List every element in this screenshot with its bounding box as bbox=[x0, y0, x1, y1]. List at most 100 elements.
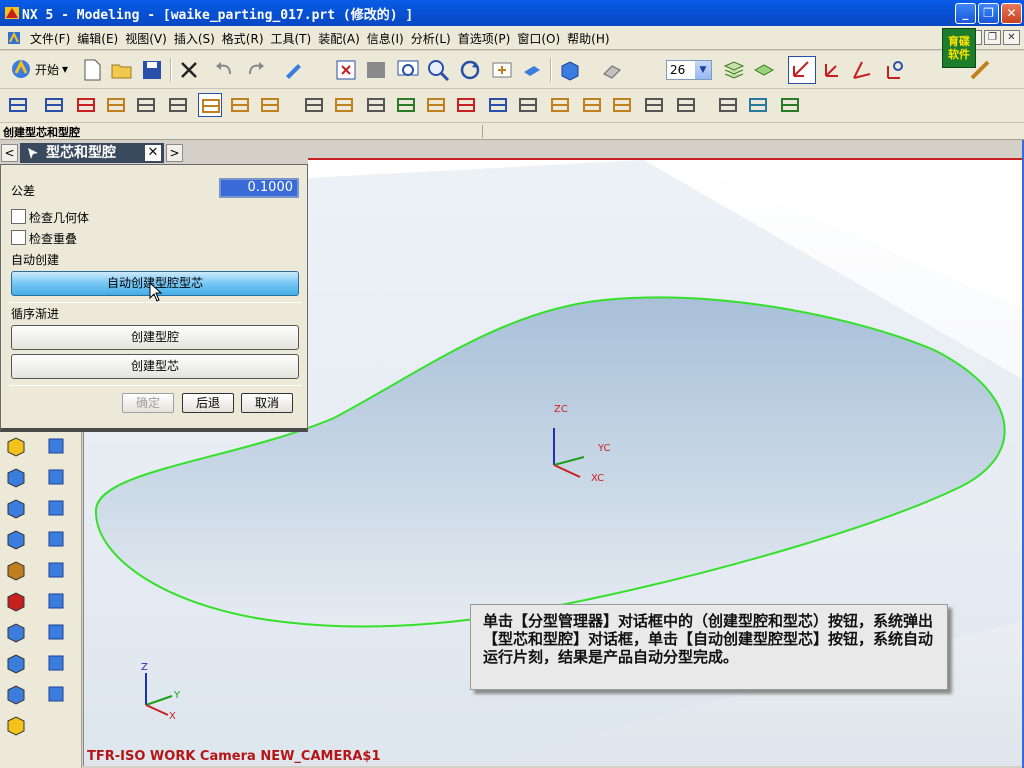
cooling-icon[interactable] bbox=[486, 93, 510, 117]
box-icon[interactable] bbox=[44, 620, 68, 644]
menu-item[interactable]: 工具(T) bbox=[271, 30, 319, 47]
ejector-icon[interactable] bbox=[332, 93, 356, 117]
pocket-icon[interactable] bbox=[580, 93, 604, 117]
save-icon[interactable] bbox=[140, 58, 164, 82]
gate-icon[interactable] bbox=[424, 93, 448, 117]
zoom-icon[interactable] bbox=[426, 58, 450, 82]
zoom-region-icon[interactable] bbox=[396, 58, 420, 82]
slider-icon[interactable] bbox=[364, 93, 388, 117]
view-manager-icon[interactable] bbox=[716, 93, 740, 117]
minimize-button[interactable]: _ bbox=[955, 3, 976, 24]
edge-icon[interactable] bbox=[4, 465, 28, 489]
start-button[interactable]: 开始 ▾ bbox=[10, 58, 68, 80]
menu-item[interactable]: 分析(L) bbox=[411, 30, 458, 47]
sphere-icon[interactable] bbox=[4, 713, 28, 737]
new-file-icon[interactable] bbox=[80, 58, 104, 82]
ok-button[interactable]: 确定 bbox=[122, 393, 174, 413]
mold-csys-icon[interactable] bbox=[42, 93, 66, 117]
mold-wizard-toolbar bbox=[0, 89, 1024, 123]
orient-view-icon[interactable] bbox=[600, 58, 624, 82]
render-style-icon[interactable] bbox=[558, 58, 582, 82]
menu-item[interactable]: 首选项(P) bbox=[458, 30, 518, 47]
workpiece-icon[interactable] bbox=[104, 93, 128, 117]
menu-item[interactable]: 装配(A) bbox=[318, 30, 367, 47]
block-icon[interactable] bbox=[4, 496, 28, 520]
drawing-icon[interactable] bbox=[642, 93, 666, 117]
unite-icon[interactable] bbox=[44, 434, 68, 458]
check-overlap-checkbox[interactable] bbox=[11, 230, 26, 245]
subtract-icon[interactable] bbox=[44, 465, 68, 489]
datum-icon[interactable] bbox=[4, 558, 28, 582]
standard-part-icon[interactable] bbox=[302, 93, 326, 117]
menu-item[interactable]: 视图(V) bbox=[125, 30, 174, 47]
hole-table-icon[interactable] bbox=[674, 93, 698, 117]
menu-item[interactable]: 格式(R) bbox=[222, 30, 271, 47]
menu-item[interactable]: 信息(I) bbox=[367, 30, 411, 47]
layer-value: 26 bbox=[670, 63, 686, 77]
tools-icon[interactable] bbox=[198, 93, 222, 117]
shaded-view-icon[interactable] bbox=[520, 58, 544, 82]
parting-icon[interactable] bbox=[228, 93, 252, 117]
tab-prev-button[interactable]: < bbox=[1, 144, 18, 162]
create-cavity-button[interactable]: 创建型腔 bbox=[11, 325, 299, 350]
shrinkage-icon[interactable] bbox=[74, 93, 98, 117]
book-icon[interactable] bbox=[44, 496, 68, 520]
cancel-button[interactable]: 取消 bbox=[241, 393, 293, 413]
hole-icon[interactable] bbox=[44, 682, 68, 706]
wcs-rotate-icon[interactable] bbox=[850, 58, 874, 82]
pattern-icon[interactable] bbox=[44, 558, 68, 582]
delete-icon[interactable] bbox=[177, 58, 201, 82]
tab-core-cavity[interactable]: 型芯和型腔 ✕ bbox=[20, 143, 164, 163]
menu-item[interactable]: 帮助(H) bbox=[567, 30, 616, 47]
face-icon[interactable] bbox=[4, 434, 28, 458]
sphere-icon[interactable] bbox=[746, 93, 770, 117]
zoom-window-icon[interactable] bbox=[364, 58, 388, 82]
chamfer-icon[interactable] bbox=[44, 527, 68, 551]
back-button[interactable]: 后退 bbox=[182, 393, 234, 413]
cone-icon[interactable] bbox=[4, 682, 28, 706]
tolerance-input[interactable]: 0.1000 bbox=[219, 178, 299, 198]
menu-item[interactable]: 插入(S) bbox=[174, 30, 222, 47]
fit-view-icon[interactable] bbox=[334, 58, 358, 82]
doc-close-icon[interactable]: ✕ bbox=[1003, 30, 1020, 45]
pan-icon[interactable] bbox=[490, 58, 514, 82]
cube-icon[interactable] bbox=[4, 620, 28, 644]
tab-close-icon[interactable]: ✕ bbox=[145, 145, 161, 161]
close-button[interactable]: ✕ bbox=[1001, 3, 1022, 24]
menu-bar: 文件(F) 编辑(E) 视图(V) 插入(S) 格式(R) 工具(T) 装配(A) 信息(I)… bbox=[0, 26, 1024, 68]
bom-icon[interactable] bbox=[610, 93, 634, 117]
family-mold-icon[interactable] bbox=[166, 93, 190, 117]
undo-icon[interactable] bbox=[212, 58, 236, 82]
mold-base-icon[interactable] bbox=[258, 93, 282, 117]
insert-icon[interactable] bbox=[394, 93, 418, 117]
restore-button[interactable]: ❐ bbox=[978, 3, 999, 24]
offset-icon[interactable] bbox=[4, 589, 28, 613]
redo-icon[interactable] bbox=[244, 58, 268, 82]
cylinder-icon[interactable] bbox=[4, 527, 28, 551]
create-core-button[interactable]: 创建型芯 bbox=[11, 354, 299, 379]
visible-layers-icon[interactable] bbox=[752, 58, 776, 82]
tab-next-button[interactable]: > bbox=[166, 144, 183, 162]
layer-combo[interactable]: 26 ▼ bbox=[666, 60, 712, 80]
rotate-icon[interactable] bbox=[458, 58, 482, 82]
can-icon[interactable] bbox=[4, 651, 28, 675]
layer-settings-icon[interactable] bbox=[722, 58, 746, 82]
wcs-dynamics-icon[interactable] bbox=[788, 56, 816, 84]
edit-object-icon[interactable] bbox=[282, 58, 306, 82]
wcs-orient-icon[interactable] bbox=[882, 58, 906, 82]
trim-icon[interactable] bbox=[548, 93, 572, 117]
visibility-icon[interactable] bbox=[778, 93, 802, 117]
check-geometry-checkbox[interactable] bbox=[11, 209, 26, 224]
doc-restore-icon[interactable]: ❐ bbox=[984, 30, 1001, 45]
layout-icon[interactable] bbox=[134, 93, 158, 117]
runner-icon[interactable] bbox=[454, 93, 478, 117]
block-face-icon[interactable] bbox=[44, 651, 68, 675]
project-init-icon[interactable] bbox=[6, 93, 30, 117]
wcs-origin-icon[interactable] bbox=[820, 58, 844, 82]
menu-item[interactable]: 窗口(O) bbox=[517, 30, 567, 47]
electrode-icon[interactable] bbox=[516, 93, 540, 117]
open-folder-icon[interactable] bbox=[110, 58, 134, 82]
menu-item[interactable]: 文件(F) bbox=[30, 30, 77, 47]
menu-item[interactable]: 编辑(E) bbox=[77, 30, 125, 47]
shell-icon[interactable] bbox=[44, 589, 68, 613]
